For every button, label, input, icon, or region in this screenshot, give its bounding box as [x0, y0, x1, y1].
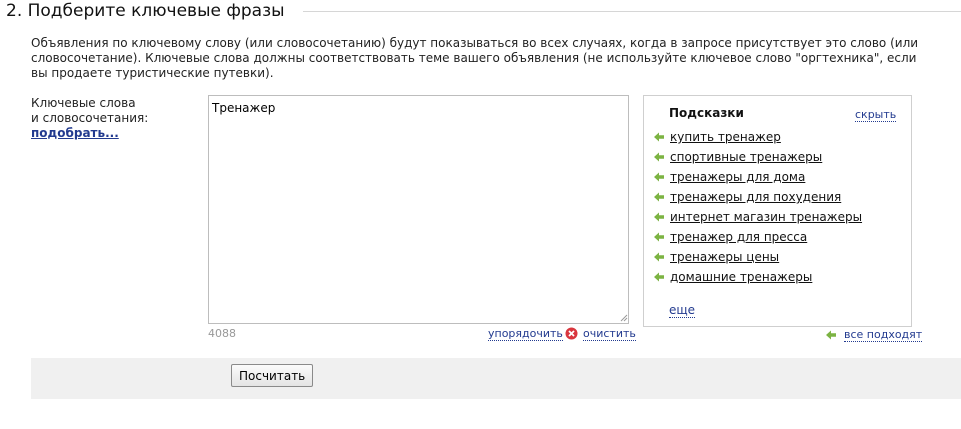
all-fit-link[interactable]: все подходят [826, 328, 923, 342]
hint-text: тренажеры для дома [670, 170, 806, 184]
keywords-label-line2: и словосочетания: [31, 111, 149, 125]
hints-panel: Подсказки скрыть купить тренажер спортив… [643, 95, 912, 327]
arrow-left-icon [654, 232, 664, 242]
section-title: 2. Подберите ключевые фразы [6, 1, 285, 21]
close-circle-icon[interactable] [565, 327, 578, 340]
keywords-textarea[interactable]: Тренажер [208, 95, 629, 324]
arrow-left-icon [826, 330, 836, 340]
hint-item[interactable]: тренажеры для дома [654, 167, 862, 187]
hint-text: тренажеры цены [670, 250, 780, 264]
hide-hints-link[interactable]: скрыть [855, 108, 897, 122]
hint-item[interactable]: тренажеры цены [654, 247, 862, 267]
hint-item[interactable]: домашние тренажеры [654, 267, 862, 287]
hint-text: спортивные тренажеры [670, 150, 823, 164]
arrow-left-icon [654, 132, 664, 142]
hint-item[interactable]: интернет магазин тренажеры [654, 207, 862, 227]
hint-text: интернет магазин тренажеры [670, 210, 863, 224]
arrow-left-icon [654, 252, 664, 262]
keywords-label-line1: Ключевые слова [31, 96, 136, 110]
hint-item[interactable]: тренажер для пресса [654, 227, 862, 247]
calculate-button[interactable]: Посчитать [231, 364, 314, 387]
more-hints-link[interactable]: еще [669, 303, 696, 318]
description-text: Объявления по ключевому слову (или слово… [31, 36, 919, 80]
arrow-left-icon [654, 172, 664, 182]
action-bar: Посчитать [31, 358, 961, 399]
hints-title: Подсказки [669, 106, 744, 120]
char-count: 4088 [208, 327, 236, 340]
hint-text: тренажер для пресса [670, 230, 808, 244]
arrow-left-icon [654, 212, 664, 222]
hint-list: купить тренажер спортивные тренажеры тре… [654, 127, 862, 287]
hint-item[interactable]: купить тренажер [654, 127, 862, 147]
title-divider [303, 11, 961, 12]
hint-item[interactable]: тренажеры для похудения [654, 187, 862, 207]
arrow-left-icon [654, 192, 664, 202]
keywords-label: Ключевые слова и словосочетания: подобра… [31, 96, 191, 141]
clear-link[interactable]: очистить [583, 327, 636, 341]
sort-link[interactable]: упорядочить [488, 327, 563, 341]
hint-item[interactable]: спортивные тренажеры [654, 147, 862, 167]
hint-text: домашние тренажеры [670, 270, 813, 284]
arrow-left-icon [654, 152, 664, 162]
arrow-left-icon [654, 272, 664, 282]
all-fit-label: все подходят [844, 328, 923, 342]
resize-grip-icon[interactable] [619, 313, 628, 322]
pick-keywords-link[interactable]: подобрать... [31, 126, 191, 141]
hint-text: тренажеры для похудения [670, 190, 842, 204]
hint-text: купить тренажер [670, 130, 781, 144]
